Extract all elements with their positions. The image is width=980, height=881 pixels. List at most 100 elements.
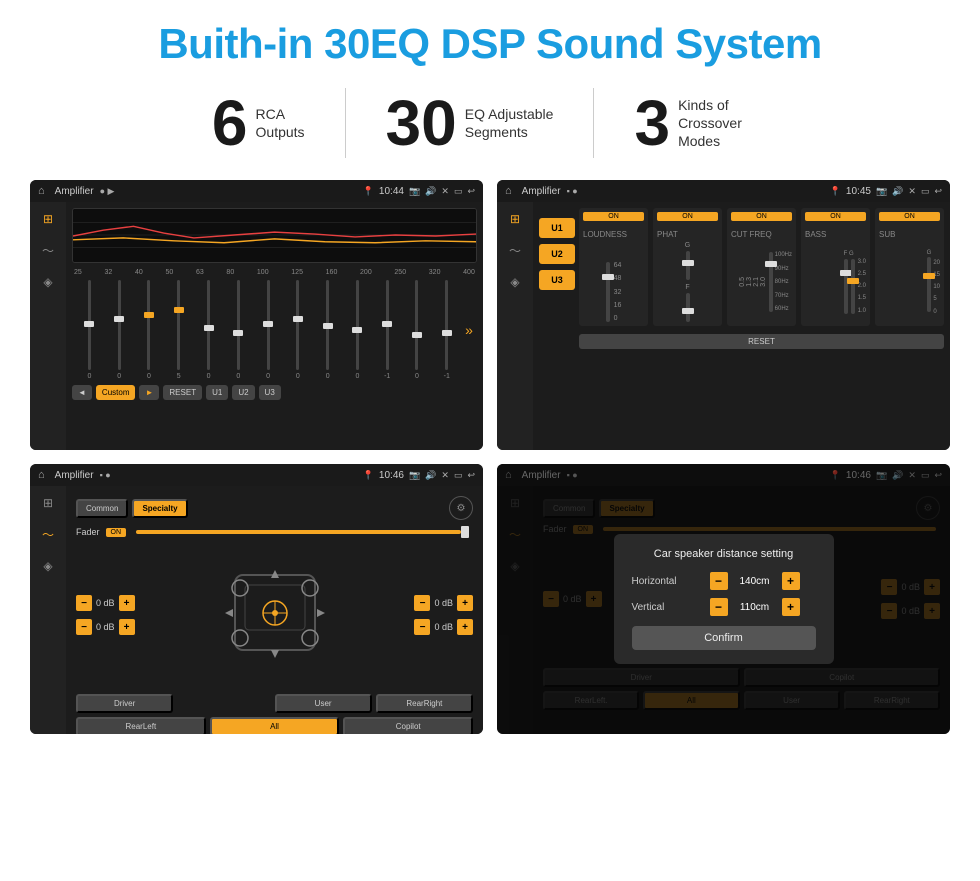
sidebar-speaker-icon[interactable]: ◈ [43, 275, 52, 289]
eq-slider-11: 0 [404, 280, 431, 380]
window-icon[interactable]: ▭ [454, 186, 463, 197]
all-btn[interactable]: All [210, 717, 340, 734]
vol-plus-bottomleft[interactable]: + [119, 619, 135, 635]
driver-btn[interactable]: Driver [76, 694, 173, 713]
horizontal-value: 140cm [733, 576, 777, 587]
home-icon-3[interactable]: ⌂ [38, 469, 45, 481]
vertical-minus-btn[interactable]: − [710, 598, 728, 616]
cutfreq-label: CUT FREQ [731, 230, 772, 239]
sidebar-eq-icon-3[interactable]: ⊞ [43, 496, 53, 510]
fader-slider-row [132, 524, 473, 540]
sub-on-btn[interactable]: ON [879, 212, 940, 221]
preset-u3[interactable]: U3 [539, 270, 575, 290]
window-icon-2[interactable]: ▭ [921, 186, 930, 197]
bass-slider: F G [805, 242, 866, 322]
close-icon[interactable]: ✕ [441, 186, 449, 197]
settings-icon[interactable]: ⚙ [449, 496, 473, 520]
car-diagram-wrapper: − 0 dB + − 0 dB + [72, 540, 477, 690]
vol-minus-topleft[interactable]: − [76, 595, 92, 611]
sidebar-wave-icon-2[interactable]: 〜 [509, 242, 521, 259]
confirm-button[interactable]: Confirm [632, 626, 816, 650]
eq-slider-10: -1 [374, 280, 401, 380]
dialog-title: Car speaker distance setting [632, 548, 816, 560]
preset-u1[interactable]: U1 [539, 218, 575, 238]
screens-grid: ⌂ Amplifier ● ▶ 📍 10:44 📷 🔊 ✕ ▭ ↩ ⊞ 〜 ◈ [30, 180, 950, 734]
vol-value-bottomright: 0 dB [434, 622, 453, 632]
back-icon-3[interactable]: ↩ [467, 470, 475, 481]
fader-bottom-buttons-2: RearLeft All Copilot [72, 717, 477, 734]
fader-on-btn[interactable]: ON [106, 528, 127, 537]
vol-row-bottomright: − 0 dB + [414, 619, 473, 635]
user-btn[interactable]: User [275, 694, 372, 713]
vol-controls-right: − 0 dB + − 0 dB + [414, 544, 473, 686]
empty-btn [177, 694, 270, 713]
vertical-plus-btn[interactable]: + [782, 598, 800, 616]
horizontal-minus-btn[interactable]: − [710, 572, 728, 590]
vol-value-topleft: 0 dB [96, 598, 115, 608]
bass-on-btn[interactable]: ON [805, 212, 866, 221]
tab-common[interactable]: Common [76, 499, 128, 518]
sidebar-eq-icon[interactable]: ⊞ [43, 212, 53, 226]
fader-thumb[interactable] [461, 526, 469, 538]
vol-minus-bottomleft[interactable]: − [76, 619, 92, 635]
vol-minus-bottomright[interactable]: − [414, 619, 430, 635]
module-cutfreq: ON CUT FREQ 3.02.11.30.5 [727, 208, 796, 326]
screen-crossover: ⌂ Amplifier ▪ ● 📍 10:45 📷 🔊 ✕ ▭ ↩ ⊞ 〜 ◈ [497, 180, 950, 450]
sidebar-wave-icon[interactable]: 〜 [42, 242, 54, 259]
fader-status-dots: ▪ ● [100, 470, 111, 480]
vol-plus-bottomright[interactable]: + [457, 619, 473, 635]
vol-plus-topleft[interactable]: + [119, 595, 135, 611]
vol-value-bottomleft: 0 dB [96, 622, 115, 632]
eq-slider-12: -1 [433, 280, 460, 380]
eq-custom-btn[interactable]: Custom [96, 385, 136, 400]
eq-u3-btn[interactable]: U3 [259, 385, 281, 400]
preset-u2[interactable]: U2 [539, 244, 575, 264]
fader-topbar-icons: 📍 10:46 📷 🔊 ✕ ▭ ↩ [363, 470, 475, 481]
eq-freq-labels: 25 32 40 50 63 80 100 125 160 200 250 32… [72, 269, 477, 276]
location-icon: 📍 [363, 186, 374, 197]
fader-title: Amplifier [55, 470, 94, 481]
back-icon[interactable]: ↩ [467, 186, 475, 197]
close-icon-2[interactable]: ✕ [908, 186, 916, 197]
back-icon-2[interactable]: ↩ [934, 186, 942, 197]
stat-label-rca: RCAOutputs [256, 105, 305, 141]
eq-reset-btn[interactable]: RESET [163, 385, 202, 400]
eq-topbar-icons: 📍 10:44 📷 🔊 ✕ ▭ ↩ [363, 186, 475, 197]
fader-hslider[interactable] [136, 530, 461, 534]
eq-u2-btn[interactable]: U2 [232, 385, 254, 400]
rearright-btn[interactable]: RearRight [376, 694, 473, 713]
rearleft-btn[interactable]: RearLeft [76, 717, 206, 734]
eq-play-btn[interactable]: ► [139, 385, 159, 400]
sidebar-wave-icon-3[interactable]: 〜 [42, 526, 54, 543]
expand-arrow-icon[interactable]: » [465, 322, 473, 338]
copilot-btn[interactable]: Copilot [343, 717, 473, 734]
eq-prev-btn[interactable]: ◄ [72, 385, 92, 400]
horizontal-plus-btn[interactable]: + [782, 572, 800, 590]
cutfreq-on-btn[interactable]: ON [731, 212, 792, 221]
stats-row: 6 RCAOutputs 30 EQ AdjustableSegments 3 … [30, 88, 950, 158]
eq-title: Amplifier [55, 186, 94, 197]
eq-graph [72, 208, 477, 263]
phat-on-btn[interactable]: ON [657, 212, 718, 221]
screen-eq: ⌂ Amplifier ● ▶ 📍 10:44 📷 🔊 ✕ ▭ ↩ ⊞ 〜 ◈ [30, 180, 483, 450]
eq-slider-3: 5 [165, 280, 192, 380]
sidebar-eq-icon-2[interactable]: ⊞ [510, 212, 520, 226]
location-icon-3: 📍 [363, 470, 374, 481]
window-icon-3[interactable]: ▭ [454, 470, 463, 481]
car-diagram-svg [220, 550, 330, 680]
home-icon-2[interactable]: ⌂ [505, 185, 512, 197]
eq-u1-btn[interactable]: U1 [206, 385, 228, 400]
close-icon-3[interactable]: ✕ [441, 470, 449, 481]
screen-dialog: ⌂ Amplifier ▪ ● 📍 10:46 📷 🔊 ✕ ▭ ↩ ⊞ 〜 [497, 464, 950, 734]
loudness-label: LOUDNESS [583, 230, 627, 239]
sub-label: SUB [879, 230, 895, 239]
loudness-on-btn[interactable]: ON [583, 212, 644, 221]
sidebar-speaker-icon-3[interactable]: ◈ [43, 559, 52, 573]
home-icon[interactable]: ⌂ [38, 185, 45, 197]
tab-specialty[interactable]: Specialty [132, 499, 187, 518]
sidebar-speaker-icon-2[interactable]: ◈ [510, 275, 519, 289]
vol-plus-topright[interactable]: + [457, 595, 473, 611]
page-container: Buith-in 30EQ DSP Sound System 6 RCAOutp… [0, 0, 980, 881]
crossover-reset-btn[interactable]: RESET [579, 334, 944, 349]
vol-minus-topright[interactable]: − [414, 595, 430, 611]
